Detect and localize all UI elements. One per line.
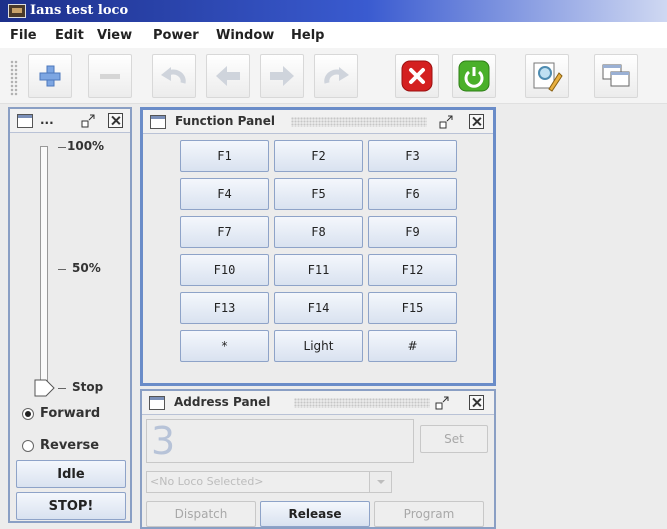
chevron-down-icon[interactable] (369, 472, 391, 492)
function-button-f8[interactable]: F8 (274, 216, 363, 248)
undo-icon (161, 67, 186, 84)
speed-slider-thumb[interactable] (34, 378, 56, 398)
menu-bar: File Edit View Power Window Help (0, 24, 667, 48)
minimize-icon[interactable] (438, 114, 454, 130)
arrow-left-icon (216, 66, 240, 86)
throttle-frame-title: ... (40, 113, 54, 127)
forward-button[interactable] (260, 54, 304, 98)
function-panel-title-bar[interactable]: Function Panel (143, 110, 493, 134)
undo-button[interactable] (152, 54, 196, 98)
tick-label-min: Stop (72, 380, 104, 394)
function-button-f9[interactable]: F9 (368, 216, 457, 248)
address-value: 3 (151, 419, 176, 463)
menu-power[interactable]: Power (153, 28, 199, 43)
function-button-light[interactable]: Light (274, 330, 363, 362)
throttle-frame-title-bar[interactable]: ... (10, 109, 130, 133)
function-button-star[interactable]: * (180, 330, 269, 362)
redo-button[interactable] (314, 54, 358, 98)
emergency-stop-button[interactable] (395, 54, 439, 98)
function-button-f14[interactable]: F14 (274, 292, 363, 324)
function-button-f5[interactable]: F5 (274, 178, 363, 210)
reverse-label: Reverse (40, 438, 100, 453)
function-button-f4[interactable]: F4 (180, 178, 269, 210)
speed-slider-track[interactable] (40, 146, 48, 386)
back-button[interactable] (206, 54, 250, 98)
add-button[interactable] (28, 54, 72, 98)
title-grip (291, 117, 427, 127)
menu-file[interactable]: File (10, 28, 37, 43)
function-button-f7[interactable]: F7 (180, 216, 269, 248)
power-icon (458, 60, 490, 92)
forward-label: Forward (40, 406, 101, 421)
remove-button[interactable] (88, 54, 132, 98)
function-button-f12[interactable]: F12 (368, 254, 457, 286)
function-button-hash[interactable]: # (368, 330, 457, 362)
dispatch-button[interactable]: Dispatch (146, 501, 256, 527)
loco-select-value: <No Loco Selected> (150, 475, 264, 488)
frame-icon (17, 114, 33, 128)
tick-label-mid: 50% (72, 261, 101, 275)
function-button-f1[interactable]: F1 (180, 140, 269, 172)
menu-window[interactable]: Window (216, 28, 274, 43)
stop-icon (401, 60, 433, 92)
close-icon[interactable] (469, 114, 484, 129)
function-panel-frame: Function Panel F1 F2 F3 F4 F5 F6 F7 F8 F9 F10 F11 F… (140, 107, 496, 386)
arrow-right-icon (270, 66, 294, 86)
tick-max (58, 147, 66, 148)
redo-icon (324, 67, 349, 84)
function-button-f10[interactable]: F10 (180, 254, 269, 286)
close-icon[interactable] (469, 395, 484, 410)
window-title: Ians test loco (30, 3, 129, 18)
throttle-frame: ... 100% 50% Stop Forward Reverse Idle S… (8, 107, 132, 523)
stop-button[interactable]: STOP! (16, 492, 126, 520)
address-panel-title: Address Panel (174, 395, 271, 409)
function-button-f15[interactable]: F15 (368, 292, 457, 324)
minimize-icon[interactable] (434, 395, 450, 411)
reverse-radio[interactable] (22, 440, 34, 452)
menu-view[interactable]: View (97, 28, 132, 43)
power-button[interactable] (452, 54, 496, 98)
frame-icon (150, 115, 166, 129)
address-input[interactable]: 3 (146, 419, 414, 463)
set-button[interactable]: Set (420, 425, 488, 453)
menu-edit[interactable]: Edit (55, 28, 84, 43)
windows-icon (602, 64, 630, 87)
forward-radio[interactable] (22, 408, 34, 420)
close-icon[interactable] (108, 113, 123, 128)
app-icon (8, 4, 26, 18)
address-panel-title-bar[interactable]: Address Panel (142, 391, 494, 415)
window-title-bar: Ians test loco (0, 0, 667, 22)
frame-icon (149, 396, 165, 410)
function-panel-title: Function Panel (175, 114, 275, 128)
minimize-icon[interactable] (80, 113, 96, 129)
function-button-f2[interactable]: F2 (274, 140, 363, 172)
program-button[interactable]: Program (374, 501, 484, 527)
toolbar-grip[interactable] (10, 60, 18, 96)
menu-help[interactable]: Help (291, 28, 324, 43)
tick-label-max: 100% (67, 139, 105, 153)
function-button-f11[interactable]: F11 (274, 254, 363, 286)
idle-button[interactable]: Idle (16, 460, 126, 488)
remove-icon (100, 74, 120, 79)
loco-select[interactable]: <No Loco Selected> (146, 471, 392, 493)
address-panel-frame: Address Panel 3 Set <No Loco Selected> D… (140, 389, 496, 529)
edit-icon (533, 62, 563, 92)
tick-mid (58, 269, 66, 270)
windows-button[interactable] (594, 54, 638, 98)
title-grip (294, 398, 430, 408)
add-icon (39, 65, 61, 87)
tick-min (58, 388, 66, 389)
edit-button[interactable] (525, 54, 569, 98)
release-button[interactable]: Release (260, 501, 370, 527)
function-button-f13[interactable]: F13 (180, 292, 269, 324)
function-button-f3[interactable]: F3 (368, 140, 457, 172)
function-button-f6[interactable]: F6 (368, 178, 457, 210)
